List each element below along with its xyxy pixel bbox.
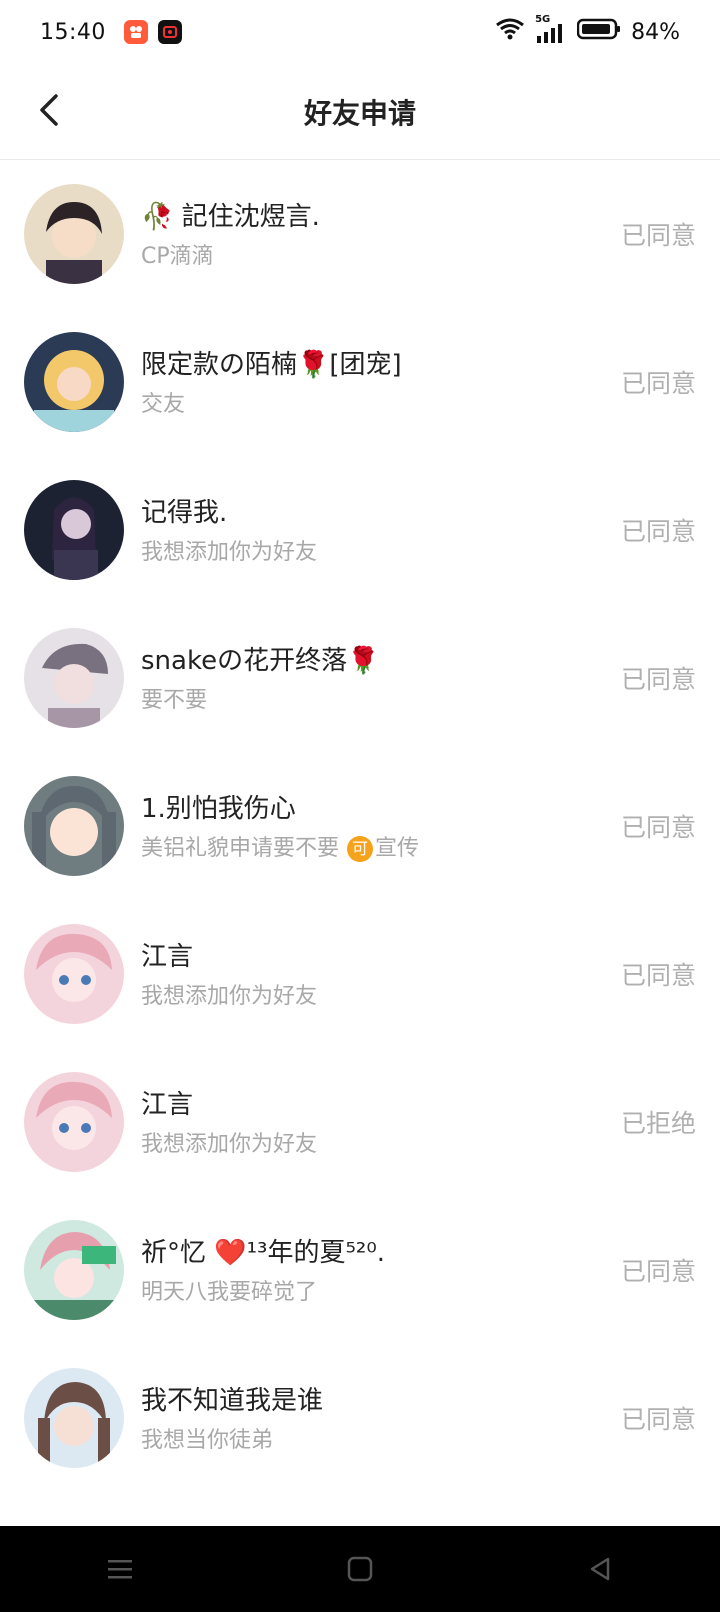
friend-request-row[interactable]: 江言 我想添加你为好友 已同意 bbox=[0, 900, 720, 1048]
request-message: 美铝礼貌申请要不要可宣传 bbox=[141, 830, 419, 862]
video-app-icon bbox=[157, 20, 182, 44]
request-message: 交友 bbox=[141, 392, 186, 417]
friend-request-row[interactable]: 限定款の陌楠🌹[团宠] 交友 已同意 bbox=[0, 308, 720, 456]
home-icon bbox=[347, 1556, 373, 1582]
request-message-text: 美铝礼貌申请要不要 bbox=[141, 836, 340, 861]
avatar[interactable] bbox=[24, 1072, 124, 1172]
avatar[interactable] bbox=[24, 1220, 124, 1320]
request-status: 已拒绝 bbox=[620, 1109, 696, 1138]
avatar[interactable] bbox=[24, 1368, 124, 1468]
status-indicators: 5G 84% bbox=[495, 14, 680, 47]
request-message: 要不要 bbox=[141, 688, 208, 713]
request-status: 已同意 bbox=[620, 1405, 696, 1434]
requester-name: 祈°忆 ❤️¹³年的夏⁵²⁰. bbox=[141, 1238, 386, 1268]
promo-badge: 可 bbox=[347, 836, 374, 862]
requester-name: 1.别怕我伤心 bbox=[141, 794, 296, 824]
request-status: 已同意 bbox=[620, 813, 696, 842]
signal-icon: 5G bbox=[535, 14, 567, 44]
request-message: 我想添加你为好友 bbox=[141, 984, 318, 1009]
friend-request-list: 🥀 記住沈煜言. CP滴滴 已同意 限定款の陌楠🌹[团宠] 交友 已同意 记得我 bbox=[0, 160, 720, 1492]
avatar[interactable] bbox=[24, 332, 124, 432]
requester-name: snakeの花开终落🌹 bbox=[141, 646, 380, 676]
kuaishou-app-icon bbox=[123, 20, 148, 44]
request-message: 明天八我要碎觉了 bbox=[141, 1280, 318, 1305]
requester-name: 我不知道我是谁 bbox=[141, 1386, 324, 1416]
avatar[interactable] bbox=[24, 628, 124, 728]
header: 好友申请 bbox=[0, 64, 720, 160]
avatar[interactable] bbox=[24, 924, 124, 1024]
requester-name: 限定款の陌楠🌹[团宠] bbox=[141, 350, 402, 380]
status-time: 15:40 bbox=[40, 19, 106, 45]
request-status: 已同意 bbox=[620, 961, 696, 990]
wifi-icon bbox=[495, 17, 525, 47]
request-status: 已同意 bbox=[620, 369, 696, 398]
status-bar: 15:40 5G 84% bbox=[0, 0, 720, 64]
request-status: 已同意 bbox=[620, 221, 696, 250]
requester-name: 江言 bbox=[141, 942, 194, 972]
request-status: 已同意 bbox=[620, 517, 696, 546]
friend-request-row[interactable]: 记得我. 我想添加你为好友 已同意 bbox=[0, 456, 720, 604]
request-message: 我想添加你为好友 bbox=[141, 1132, 318, 1157]
request-message: 我想添加你为好友 bbox=[141, 540, 318, 565]
friend-request-row[interactable]: 祈°忆 ❤️¹³年的夏⁵²⁰. 明天八我要碎觉了 已同意 bbox=[0, 1196, 720, 1344]
request-message: CP滴滴 bbox=[141, 244, 214, 269]
promo-suffix: 宣传 bbox=[375, 836, 420, 861]
battery-icon bbox=[576, 18, 621, 46]
requester-name: 记得我. bbox=[141, 498, 228, 528]
requester-name: 江言 bbox=[141, 1090, 194, 1120]
system-navigation-bar bbox=[0, 1526, 720, 1612]
battery-percent: 84% bbox=[631, 19, 680, 45]
home-button[interactable] bbox=[330, 1539, 390, 1599]
friend-request-row[interactable]: snakeの花开终落🌹 要不要 已同意 bbox=[0, 604, 720, 752]
triangle-back-icon bbox=[590, 1557, 610, 1581]
menu-button[interactable] bbox=[90, 1539, 150, 1599]
avatar[interactable] bbox=[24, 184, 124, 284]
request-status: 已同意 bbox=[620, 1257, 696, 1286]
requester-name: 🥀 記住沈煜言. bbox=[141, 202, 320, 232]
friend-request-row[interactable]: 1.别怕我伤心 美铝礼貌申请要不要可宣传 已同意 bbox=[0, 752, 720, 900]
system-back-button[interactable] bbox=[570, 1539, 630, 1599]
friend-request-row[interactable]: 江言 我想添加你为好友 已拒绝 bbox=[0, 1048, 720, 1196]
friend-request-row[interactable]: 我不知道我是谁 我想当你徒弟 已同意 bbox=[0, 1344, 720, 1492]
page-title: 好友申请 bbox=[303, 97, 416, 130]
friend-request-row[interactable]: 🥀 記住沈煜言. CP滴滴 已同意 bbox=[0, 160, 720, 308]
avatar[interactable] bbox=[24, 480, 124, 580]
menu-icon bbox=[108, 1560, 132, 1579]
request-status: 已同意 bbox=[620, 665, 696, 694]
request-message: 我想当你徒弟 bbox=[141, 1428, 274, 1453]
avatar[interactable] bbox=[24, 776, 124, 876]
